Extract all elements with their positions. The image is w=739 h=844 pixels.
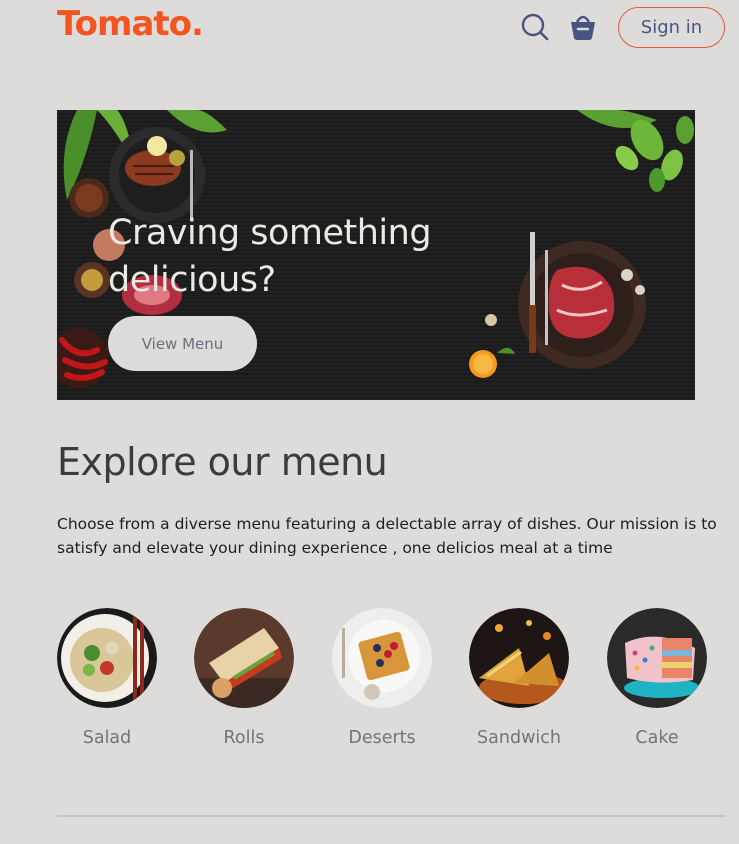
hero-title: Craving something delicious? <box>108 213 432 300</box>
basket-icon[interactable] <box>566 10 600 44</box>
menu-item-sandwich[interactable]: Sandwich <box>469 608 569 748</box>
logo[interactable]: Tomato. <box>57 4 204 44</box>
menu-item-salad[interactable]: Salad <box>57 608 157 748</box>
menu-item-label: Sandwich <box>477 728 561 748</box>
menu-item-label: Rolls <box>223 728 265 748</box>
menu-item-deserts[interactable]: Deserts <box>332 608 432 748</box>
hero-banner: Craving something delicious? View Menu <box>57 110 695 400</box>
cake-image <box>607 608 707 708</box>
view-menu-button[interactable]: View Menu <box>108 316 257 371</box>
section-divider <box>57 815 725 817</box>
sign-in-button[interactable]: Sign in <box>618 6 725 48</box>
menu-item-cake[interactable]: Cake <box>607 608 707 748</box>
menu-item-label: Salad <box>82 728 132 748</box>
explore-menu-description: Choose from a diverse menu featuring a d… <box>57 515 717 557</box>
search-icon[interactable] <box>518 10 552 44</box>
navbar: Tomato. Sign in <box>0 0 739 56</box>
menu-item-rolls[interactable]: Rolls <box>194 608 294 748</box>
nav-right: Sign in <box>518 6 725 48</box>
menu-item-label: Cake <box>635 728 679 748</box>
deserts-image <box>332 608 432 708</box>
menu-item-label: Deserts <box>348 728 416 748</box>
rolls-image <box>194 608 294 708</box>
sandwich-image <box>469 608 569 708</box>
explore-menu-title: Explore our menu <box>57 440 388 484</box>
salad-image <box>57 608 157 708</box>
menu-category-list: Salad Rolls Deserts Sandwich Cake <box>57 608 717 758</box>
